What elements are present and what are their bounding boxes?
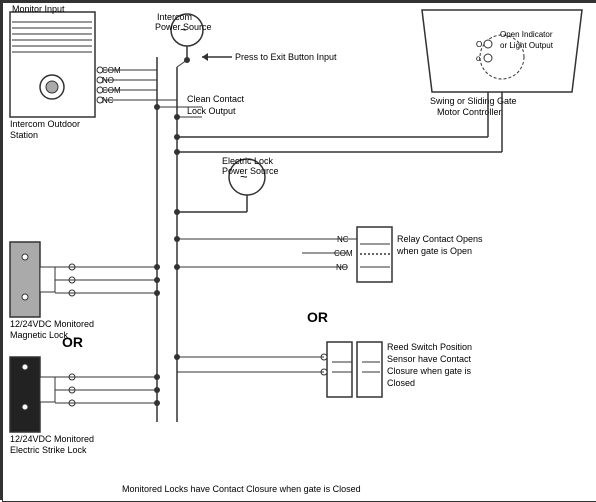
svg-text:Closure when gate is: Closure when gate is	[387, 366, 472, 376]
svg-text:Sensor have Contact: Sensor have Contact	[387, 354, 472, 364]
svg-text:Motor Controller: Motor Controller	[437, 107, 502, 117]
svg-text:Clean Contact: Clean Contact	[187, 94, 245, 104]
svg-text:Monitor Input: Monitor Input	[12, 4, 65, 14]
svg-text:Magnetic Lock: Magnetic Lock	[10, 330, 69, 340]
svg-text:Monitored Locks have Contact C: Monitored Locks have Contact Closure whe…	[122, 484, 361, 494]
svg-text:Press to Exit Button Input: Press to Exit Button Input	[235, 52, 337, 62]
svg-text:Relay Contact Opens: Relay Contact Opens	[397, 234, 483, 244]
svg-text:Electric Strike Lock: Electric Strike Lock	[10, 445, 87, 455]
svg-text:O: O	[476, 40, 482, 49]
svg-text:Swing or Sliding Gate: Swing or Sliding Gate	[430, 96, 517, 106]
svg-text:Power Source: Power Source	[155, 22, 212, 32]
svg-text:Intercom: Intercom	[157, 12, 192, 22]
svg-text:Intercom Outdoor: Intercom Outdoor	[10, 119, 80, 129]
wiring-diagram: Monitor Input COM NO COM NC ~ Intercom P…	[0, 0, 596, 500]
svg-text:12/24VDC Monitored: 12/24VDC Monitored	[10, 319, 94, 329]
svg-text:Open Indicator: Open Indicator	[500, 30, 553, 39]
svg-text:when gate is Open: when gate is Open	[396, 246, 472, 256]
svg-text:OR: OR	[307, 309, 328, 325]
svg-text:o: o	[476, 54, 481, 63]
svg-text:Electric Lock: Electric Lock	[222, 156, 274, 166]
svg-text:Closed: Closed	[387, 378, 415, 388]
svg-text:Power Source: Power Source	[222, 166, 279, 176]
svg-text:Station: Station	[10, 130, 38, 140]
svg-text:Reed Switch Position: Reed Switch Position	[387, 342, 472, 352]
svg-text:12/24VDC Monitored: 12/24VDC Monitored	[10, 434, 94, 444]
svg-text:or Light Output: or Light Output	[500, 41, 554, 50]
